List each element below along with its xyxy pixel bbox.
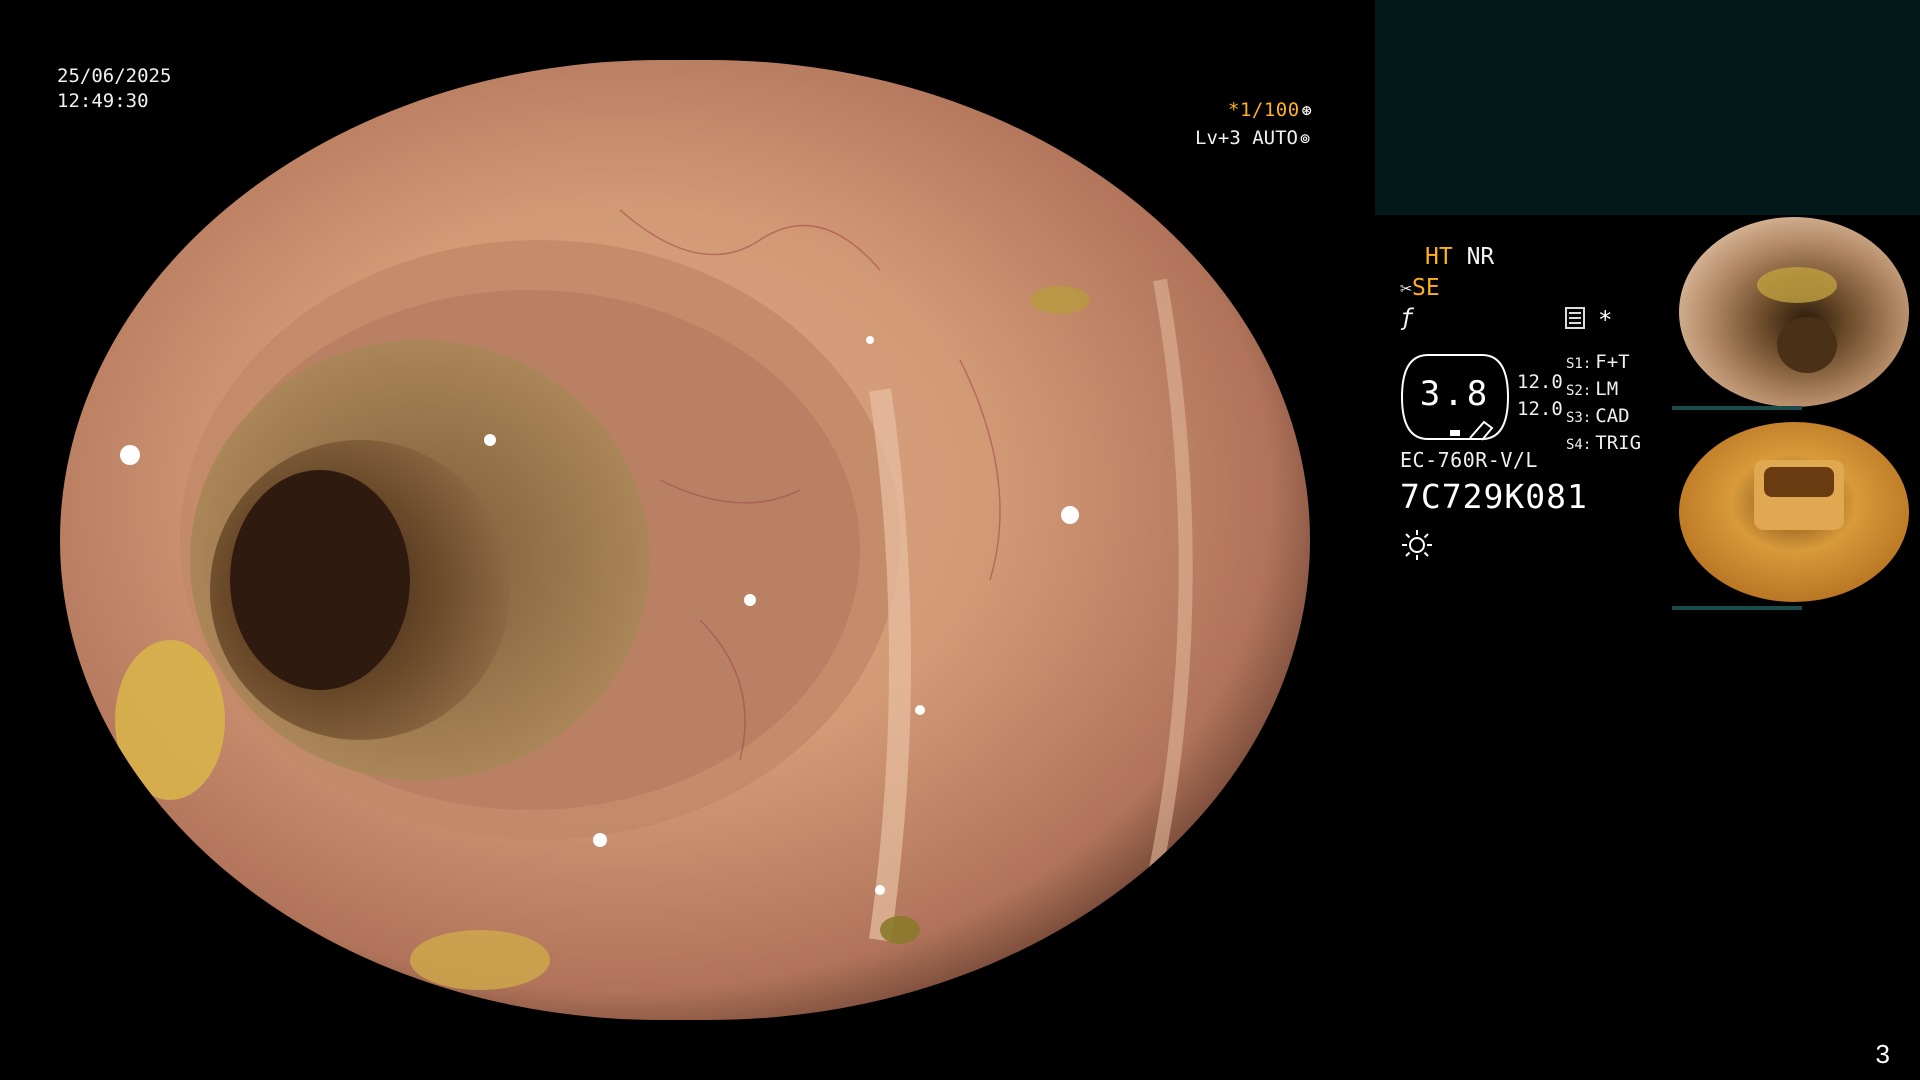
switch-key: S2:: [1566, 383, 1592, 399]
gauge-value: 3.8: [1419, 374, 1491, 414]
iris-icon: ⊚: [1299, 129, 1311, 149]
mode-row-ht: HT NR: [1425, 243, 1494, 271]
thumbnail-2[interactable]: [1672, 415, 1917, 610]
level-text: Lv+3 AUTO: [1195, 127, 1298, 149]
endoscopy-screen: 25/06/2025 12:49:30 *1/100 ⊛ Lv+3 AUTO ⊚ H…: [0, 0, 1920, 1080]
shutter-readout: *1/100 ⊛: [1228, 99, 1312, 121]
level-readout: Lv+3 AUTO ⊚: [1195, 127, 1310, 149]
switch-key: S1:: [1566, 356, 1592, 372]
switch-value: LM: [1595, 378, 1619, 400]
star-icon: *: [1598, 306, 1613, 334]
light-icon: [1400, 528, 1434, 562]
switch-list: S1: F+T S2: LM S3: CAD S4: TRIG: [1566, 350, 1641, 458]
mode-nr: NR: [1466, 244, 1495, 270]
switch-value: CAD: [1595, 405, 1630, 427]
mode-se: SE: [1412, 275, 1440, 301]
page-number: 3: [1875, 1039, 1890, 1069]
mode-ht: HT: [1425, 244, 1453, 270]
mode-row-se: ✂SE: [1400, 274, 1440, 302]
gauge-side-bottom: 12.0: [1517, 398, 1563, 420]
thumbnail-1[interactable]: [1672, 215, 1917, 410]
timestamp: 25/06/2025 12:49:30: [57, 64, 171, 114]
gauge-side: 12.0 12.0: [1517, 369, 1563, 423]
scissors-icon: ✂: [1400, 276, 1413, 300]
switch-item: S3: CAD: [1566, 404, 1641, 431]
gauge-side-top: 12.0: [1517, 371, 1563, 393]
time-text: 12:49:30: [57, 90, 149, 112]
switch-item: S1: F+T: [1566, 350, 1641, 377]
thumbnail-bar: [1672, 406, 1802, 410]
aperture-icon: ⊛: [1301, 101, 1313, 121]
switch-item: S4: TRIG: [1566, 431, 1641, 458]
menu-icon: [1565, 307, 1585, 329]
switch-key: S4:: [1566, 437, 1592, 453]
switch-item: S2: LM: [1566, 377, 1641, 404]
info-box: [1375, 0, 1920, 215]
thumbnail-bar: [1672, 606, 1802, 610]
scope-model: EC-760R-V/L: [1400, 448, 1538, 472]
shutter-text: *1/100: [1228, 99, 1300, 121]
switch-value: TRIG: [1595, 432, 1642, 454]
switch-value: F+T: [1595, 351, 1630, 373]
date-text: 25/06/2025: [57, 65, 172, 87]
squiggle-icon: ƒ: [1400, 305, 1414, 331]
endoscopic-view: [60, 60, 1310, 1020]
switch-key: S3:: [1566, 410, 1592, 426]
scope-serial: 7C729K081: [1400, 477, 1588, 516]
